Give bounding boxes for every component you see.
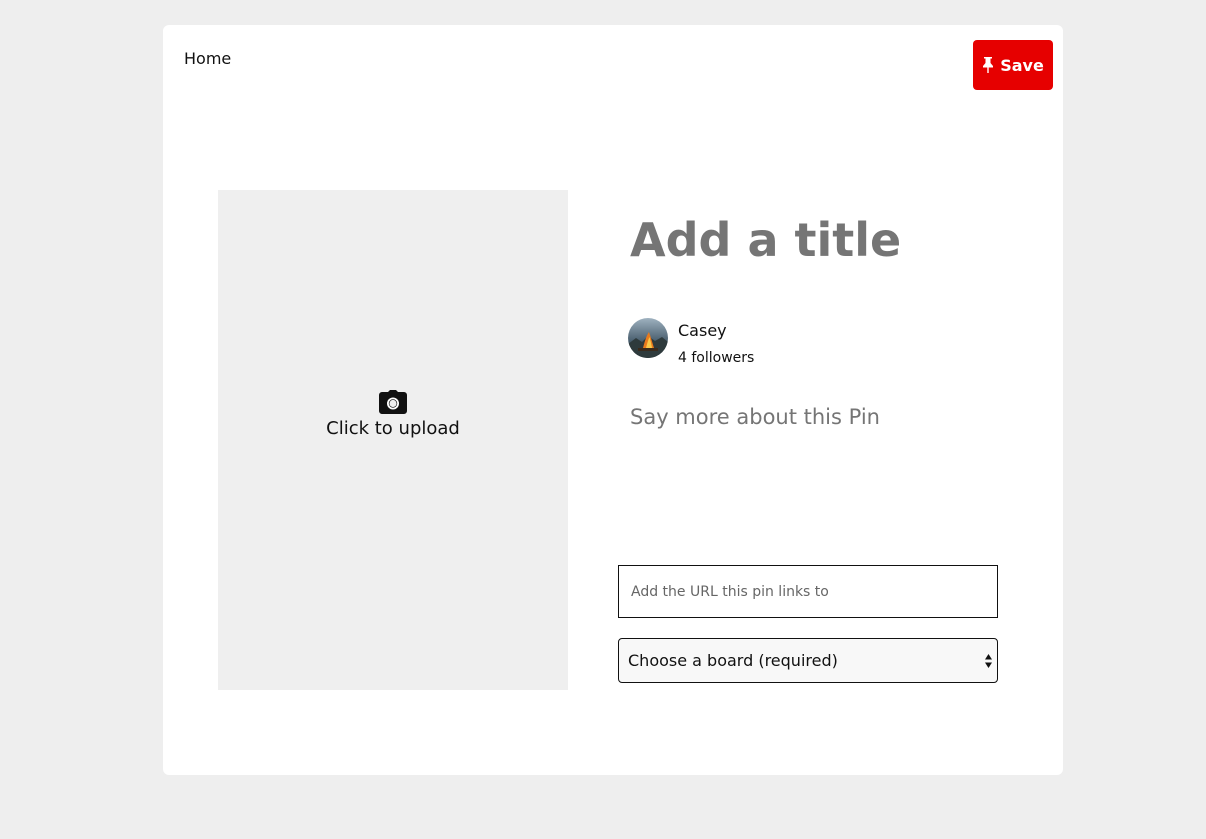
save-button[interactable]: Save bbox=[973, 40, 1053, 90]
camera-icon bbox=[379, 390, 407, 414]
description-input[interactable] bbox=[630, 405, 1010, 525]
author-info: Casey 4 followers bbox=[628, 318, 754, 366]
select-arrows-icon bbox=[984, 652, 993, 670]
url-input[interactable] bbox=[618, 565, 998, 618]
upload-label: Click to upload bbox=[326, 418, 460, 439]
board-select-value: Choose a board (required) bbox=[628, 651, 838, 670]
pin-icon bbox=[982, 57, 994, 73]
home-link[interactable]: Home bbox=[184, 49, 231, 68]
image-upload-area[interactable]: Click to upload bbox=[218, 190, 568, 690]
save-button-label: Save bbox=[1000, 55, 1044, 75]
board-select[interactable]: Choose a board (required) bbox=[618, 638, 998, 683]
title-input[interactable] bbox=[630, 213, 1010, 267]
avatar bbox=[628, 318, 668, 358]
pin-builder-card: Home Save Click to upload Add a title Ca… bbox=[163, 25, 1063, 775]
follower-count: 4 followers bbox=[678, 350, 755, 366]
author-name: Casey bbox=[678, 321, 727, 340]
